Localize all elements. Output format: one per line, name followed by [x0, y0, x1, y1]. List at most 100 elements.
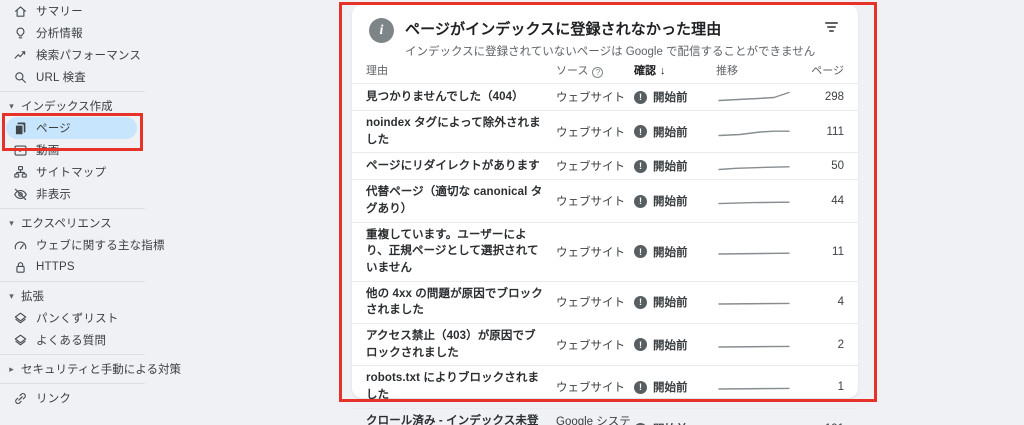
expander-arrow-icon: ▸	[9, 363, 14, 374]
sidebar-item-label: URL 検査	[36, 72, 86, 84]
info-icon: i	[369, 18, 394, 43]
sidebar-item-ページ[interactable]: ページ	[6, 117, 137, 139]
table-row[interactable]: ページにリダイレクトがあります ウェブサイト ! 開始前 50	[352, 152, 858, 179]
sidebar: サマリー 分析情報 検索パフォーマンス URL 検査 ▾ インデックス作成 ペー…	[0, 0, 310, 409]
lightbulb-icon	[13, 26, 28, 41]
table-header-row: 理由 ソース? 確認 ↓ 推移 ページ	[352, 57, 858, 83]
sidebar-item-HTTPS[interactable]: HTTPS	[0, 256, 310, 278]
table-row[interactable]: 代替ページ（適切な canonical タグあり） ウェブサイト ! 開始前 4…	[352, 179, 858, 221]
sidebar-item-サマリー[interactable]: サマリー	[0, 0, 310, 22]
lock-icon	[13, 260, 28, 275]
sidebar-item-label: パンくずリスト	[36, 313, 119, 325]
row-validation: ! 開始前	[634, 158, 716, 174]
row-reason: 他の 4xx の問題が原因でブロックされました	[366, 287, 543, 317]
sidebar-item-よくある質問[interactable]: よくある質問	[0, 329, 310, 351]
sidebar-item-label: サイトマップ	[36, 167, 107, 179]
table-row[interactable]: 他の 4xx の問題が原因でブロックされました ウェブサイト ! 開始前 4	[352, 280, 858, 323]
sidebar-item-分析情報[interactable]: 分析情報	[0, 22, 310, 44]
sidebar-item-パンくずリスト[interactable]: パンくずリスト	[0, 307, 310, 329]
row-pages-count: 50	[831, 160, 844, 173]
column-header-pages: ページ	[811, 65, 844, 77]
exclamation-badge-icon: !	[634, 125, 647, 139]
sidebar-item-動画[interactable]: 動画	[0, 139, 310, 161]
layers-icon	[13, 333, 28, 348]
card-header: i ページがインデックスに登録されなかった理由 インデックスに登録されていないペ…	[352, 5, 858, 58]
column-header-source: ソース?	[556, 62, 634, 78]
exclamation-badge-icon: !	[634, 295, 647, 309]
row-validation: ! 開始前	[634, 337, 716, 353]
sidebar-item-URL 検査[interactable]: URL 検査	[0, 66, 310, 88]
sidebar-section-header[interactable]: ▾ 拡張	[0, 285, 310, 307]
sidebar-item-リンク[interactable]: リンク	[0, 387, 310, 409]
sidebar-item-label: ページ	[36, 123, 71, 135]
row-validation-label: 開始前	[653, 196, 688, 209]
row-source: ウェブサイト	[556, 297, 625, 310]
row-reason: noindex タグによって除外されました	[366, 117, 541, 146]
sidebar-item-label: 検索パフォーマンス	[36, 50, 142, 62]
sidebar-item-label: よくある質問	[36, 335, 107, 347]
row-validation-label: 開始前	[653, 246, 688, 259]
column-header-validation[interactable]: 確認 ↓	[634, 62, 716, 78]
row-source: Google システム	[556, 416, 631, 425]
row-reason: ページにリダイレクトがあります	[366, 160, 540, 172]
sidebar-item-label: HTTPS	[36, 261, 75, 273]
sidebar-section-header[interactable]: ▾ インデックス作成	[0, 95, 310, 117]
row-validation: ! 開始前	[634, 421, 716, 425]
row-validation: ! 開始前	[634, 89, 716, 105]
table-row[interactable]: クロール済み - インデックス未登録 Google システム ! 開始前 191	[352, 407, 858, 425]
gauge-icon	[13, 238, 28, 253]
sidebar-item-サイトマップ[interactable]: サイトマップ	[0, 161, 310, 183]
row-reason: 重複しています。ユーザーにより、正規ページとして選択されていません	[366, 228, 539, 275]
row-trend-sparkline	[716, 420, 800, 425]
row-trend-sparkline	[716, 336, 800, 354]
exclamation-badge-icon: !	[634, 380, 647, 394]
table-row[interactable]: noindex タグによって除外されました ウェブサイト ! 開始前 111	[352, 110, 858, 152]
row-trend-sparkline	[716, 157, 800, 175]
row-pages-count: 298	[824, 91, 844, 103]
exclamation-badge-icon: !	[634, 90, 647, 104]
row-reason: 代替ページ（適切な canonical タグあり）	[366, 186, 543, 216]
row-validation-label: 開始前	[653, 421, 688, 425]
row-validation: ! 開始前	[634, 124, 716, 140]
sidebar-divider	[0, 208, 145, 209]
row-reason: robots.txt によりブロックされました	[366, 372, 540, 402]
sidebar-item-非表示[interactable]: 非表示	[0, 183, 310, 205]
sidebar-divider	[0, 91, 145, 92]
sidebar-item-ウェブに関する主な指標[interactable]: ウェブに関する主な指標	[0, 234, 310, 256]
sidebar-item-label: 動画	[36, 145, 60, 157]
table-row[interactable]: 見つかりませんでした（404） ウェブサイト ! 開始前 298	[352, 83, 858, 110]
sidebar-divider	[0, 383, 145, 384]
row-pages-count: 44	[831, 195, 844, 208]
sidebar-section-header[interactable]: ▸ セキュリティと手動による対策	[0, 358, 310, 380]
filter-icon[interactable]	[824, 22, 838, 34]
sidebar-item-label: 非表示	[36, 189, 72, 201]
search-icon	[13, 70, 28, 85]
sidebar-section-header[interactable]: ▾ エクスペリエンス	[0, 212, 310, 234]
card-subtitle: インデックスに登録されていないページは Google で配信することができません	[405, 46, 816, 58]
row-validation-label: 開始前	[653, 297, 688, 310]
table-row[interactable]: アクセス禁止（403）が原因でブロックされました ウェブサイト ! 開始前 2	[352, 323, 858, 365]
card-title: ページがインデックスに登録されなかった理由	[405, 21, 722, 38]
sidebar-divider	[0, 354, 145, 355]
row-validation-label: 開始前	[653, 382, 688, 395]
table-row[interactable]: 重複しています。ユーザーにより、正規ページとして選択されていません ウェブサイト…	[352, 221, 858, 281]
sidebar-divider	[0, 281, 145, 282]
sidebar-item-label: リンク	[36, 393, 72, 405]
row-reason: 見つかりませんでした（404）	[366, 90, 524, 103]
expander-arrow-icon: ▾	[9, 100, 14, 111]
eye-off-icon	[13, 187, 28, 202]
sidebar-item-label: サマリー	[36, 6, 83, 18]
sidebar-section-label: インデックス作成	[21, 101, 113, 113]
row-source: ウェブサイト	[556, 92, 625, 104]
exclamation-badge-icon: !	[634, 245, 647, 259]
row-pages-count: 4	[837, 296, 844, 309]
performance-icon	[13, 48, 28, 63]
sidebar-item-検索パフォーマンス[interactable]: 検索パフォーマンス	[0, 44, 310, 66]
sidebar-section-label: セキュリティと手動による対策	[21, 364, 181, 376]
exclamation-badge-icon: !	[634, 338, 647, 352]
table-row[interactable]: robots.txt によりブロックされました ウェブサイト ! 開始前 1	[352, 365, 858, 407]
help-icon[interactable]: ?	[592, 67, 604, 78]
link-icon	[13, 391, 28, 406]
row-validation-label: 開始前	[653, 161, 688, 174]
row-validation-label: 開始前	[653, 126, 688, 139]
